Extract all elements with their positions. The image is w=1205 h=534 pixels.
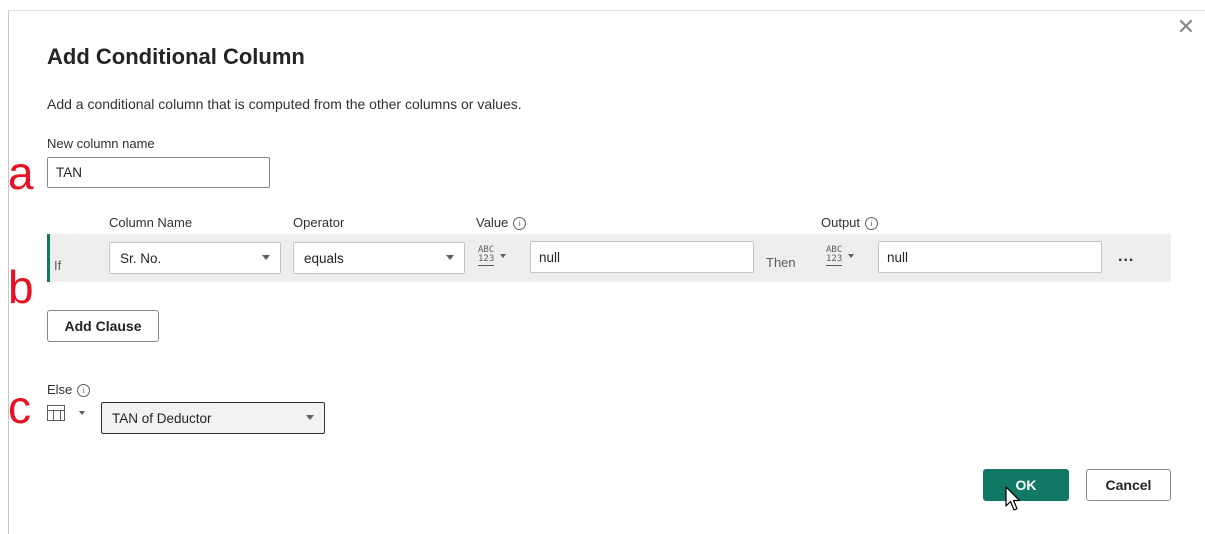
dialog-description: Add a conditional column that is compute… — [47, 96, 522, 112]
if-label: If — [54, 258, 62, 273]
info-icon[interactable]: i — [865, 217, 879, 231]
value-input[interactable]: null — [530, 241, 754, 273]
clause-row: If Sr. No. equals ABC 123 null Then ABC 12… — [47, 234, 1171, 282]
chevron-down-icon — [500, 254, 507, 258]
info-icon[interactable]: i — [513, 217, 527, 231]
close-icon[interactable]: ✕ — [1175, 16, 1197, 38]
abc123-icon: ABC 123 — [826, 245, 843, 266]
annotation-a: a — [8, 147, 34, 199]
new-column-name-input[interactable]: TAN — [47, 157, 270, 188]
info-icon[interactable]: i — [77, 384, 91, 398]
annotation-c: c — [8, 381, 31, 433]
chevron-down-icon — [306, 415, 314, 420]
column-name-value: Sr. No. — [120, 250, 162, 266]
column-name-dropdown[interactable]: Sr. No. — [109, 242, 281, 274]
value-type-button[interactable]: ABC 123 — [478, 242, 528, 270]
cancel-button[interactable]: Cancel — [1086, 469, 1171, 501]
operator-dropdown[interactable]: equals — [293, 242, 465, 274]
chevron-down-icon[interactable] — [79, 411, 85, 415]
chevron-down-icon — [446, 255, 454, 260]
operator-value: equals — [304, 250, 344, 266]
value-input-value: null — [539, 249, 561, 265]
output-type-button[interactable]: ABC 123 — [826, 242, 876, 270]
else-column-value: TAN of Deductor — [112, 410, 212, 426]
ok-button[interactable]: OK — [983, 469, 1069, 501]
abc123-icon: ABC 123 — [478, 245, 495, 266]
then-label: Then — [766, 255, 796, 270]
new-column-name-label: New column name — [47, 136, 155, 151]
output-input[interactable]: null — [878, 241, 1102, 273]
header-operator: Operator — [293, 215, 345, 230]
else-column-dropdown[interactable]: TAN of Deductor — [101, 402, 325, 434]
output-input-value: null — [887, 249, 909, 265]
header-column-name: Column Name — [109, 215, 193, 230]
annotation-b: b — [8, 261, 34, 313]
add-clause-button[interactable]: Add Clause — [47, 310, 159, 342]
table-icon[interactable] — [47, 405, 65, 421]
chevron-down-icon — [848, 254, 855, 258]
more-options-button[interactable]: ... — [1118, 248, 1134, 266]
new-column-name-value: TAN — [56, 165, 82, 180]
header-value: Value i — [476, 215, 527, 231]
dialog-title: Add Conditional Column — [47, 44, 305, 69]
chevron-down-icon — [262, 255, 270, 260]
mouse-cursor-icon — [1005, 486, 1021, 511]
header-output: Output i — [821, 215, 879, 231]
else-label: Else i — [47, 382, 91, 398]
